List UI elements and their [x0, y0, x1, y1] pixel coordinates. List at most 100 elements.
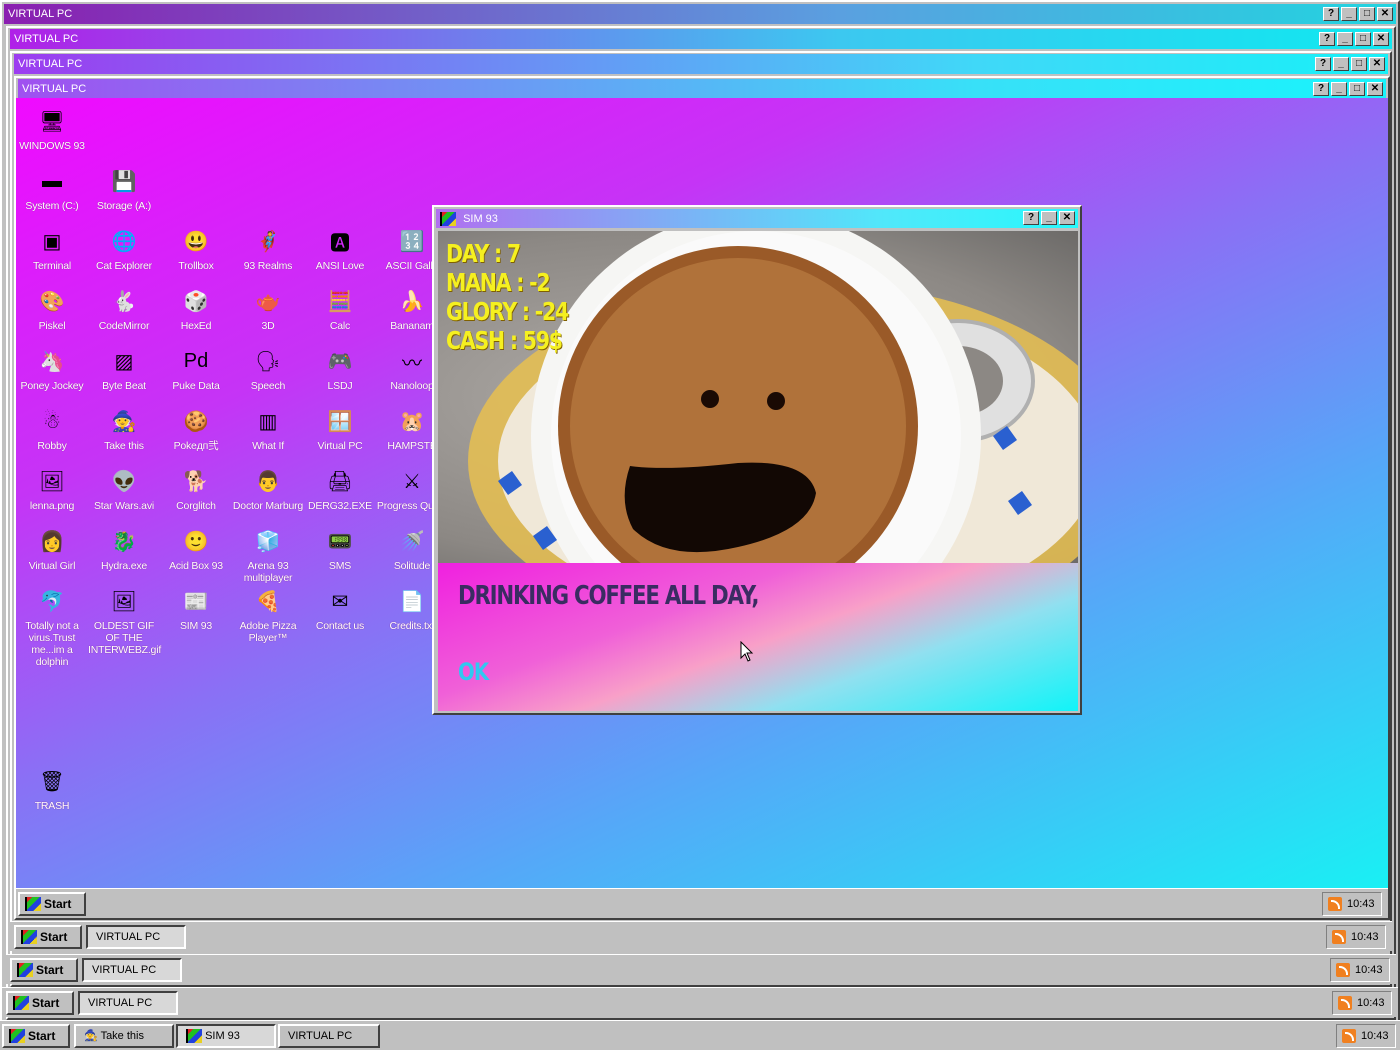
arena-cube-icon: 🧊 [255, 530, 281, 553]
minimize-button[interactable]: _ [1337, 32, 1353, 46]
desktop-icon-arena-cube[interactable]: 🧊 Arena 93 multiplayer [232, 524, 304, 585]
help-button[interactable]: ? [1315, 57, 1331, 71]
desktop-icon-floppy-drive[interactable]: 💾 Storage (A:) [88, 164, 160, 213]
ansi-love-icon: 🅰 [330, 232, 350, 255]
desktop-icon-label: Pokeдп弐 [173, 440, 219, 452]
rss-icon[interactable] [1338, 996, 1352, 1010]
desktop-icon-pd[interactable]: Pd Puke Data [160, 344, 232, 393]
task-button-sim93[interactable]: SIM 93 [176, 1024, 276, 1048]
desktop-icon-hexed[interactable]: 🎲 HexEd [160, 284, 232, 333]
desktop-icon-computer[interactable]: 🖥 WINDOWS 93 [16, 104, 88, 153]
desktop-icon-doctor[interactable]: 👨 Doctor Marburg [232, 464, 304, 513]
desktop-icon-ansi-love[interactable]: 🅰 ANSI Love [304, 224, 376, 273]
close-button[interactable]: ✕ [1367, 82, 1383, 96]
desktop-icon-speech[interactable]: 🗣 Speech [232, 344, 304, 393]
rss-icon[interactable] [1336, 963, 1350, 977]
hexed-icon: 🎲 [183, 290, 209, 313]
task-button-virtual-pc[interactable]: VIRTUAL PC [86, 925, 186, 949]
maximize-button[interactable]: □ [1355, 32, 1371, 46]
desktop-icon-image-file[interactable]: 🖼 lenna.png [16, 464, 88, 513]
desktop-icon-label: System (C:) [25, 200, 79, 212]
task-button-virtual-pc[interactable]: VIRTUAL PC [78, 991, 178, 1015]
pd-icon: Pd [183, 349, 209, 372]
help-button[interactable]: ? [1023, 211, 1039, 225]
maximize-button[interactable]: □ [1359, 7, 1375, 21]
desktop-icon-smiley[interactable]: 🙂 Acid Box 93 [160, 524, 232, 573]
desktop-icon-realms[interactable]: 🦸 93 Realms [232, 224, 304, 273]
task-button-virtual-pc[interactable]: VIRTUAL PC [82, 958, 182, 982]
banana-icon: 🍌 [399, 290, 425, 313]
desktop-icon-label: Puke Data [172, 380, 220, 392]
desktop-icon-drive[interactable]: ▬ System (C:) [16, 164, 88, 213]
minimize-button[interactable]: _ [1333, 57, 1349, 71]
sim93-title-bar[interactable]: SIM 93 ? _ ✕ [436, 209, 1078, 228]
taskbar-5: Start 🧙 Take this SIM 93 VIRTUAL PC 10:4… [0, 1020, 1400, 1050]
desktop-icon-contact[interactable]: ✉ Contact us [304, 584, 376, 633]
title-bar[interactable]: VIRTUAL PC ? _ □ ✕ [18, 79, 1386, 99]
derg-icon: 🖨 [327, 470, 353, 493]
system-tray: 10:43 [1332, 991, 1392, 1015]
maximize-button[interactable]: □ [1349, 82, 1365, 96]
close-button[interactable]: ✕ [1059, 211, 1075, 225]
desktop-icon-label: SIM 93 [179, 620, 213, 632]
help-button[interactable]: ? [1319, 32, 1335, 46]
task-button-virtual-pc[interactable]: VIRTUAL PC [278, 1024, 380, 1048]
desktop-icon-trash[interactable]: 🗑 TRASH [16, 764, 88, 813]
title-bar[interactable]: VIRTUAL PC ? _ □ ✕ [10, 29, 1392, 49]
help-button[interactable]: ? [1323, 7, 1339, 21]
desktop-icon-palette[interactable]: 🎨 Piskel [16, 284, 88, 333]
desktop-icon-label: Robby [37, 440, 67, 452]
desktop-icon-hydra[interactable]: 🐉 Hydra.exe [88, 524, 160, 573]
desktop-icon-robby[interactable]: ☃ Robby [16, 404, 88, 453]
desktop-icon-lsdj[interactable]: 🎮 LSDJ [304, 344, 376, 393]
desktop-icon-gif-file[interactable]: 🖼 OLDEST GIF OF THE INTERWEBZ.gif [88, 584, 161, 657]
desktop-icon-take-this[interactable]: 🧙 Take this [88, 404, 160, 453]
glory-stat: GLORY : -24 [446, 297, 569, 326]
desktop-icon-virtual-girl[interactable]: 👩 Virtual Girl [16, 524, 88, 573]
ok-button[interactable]: OK [458, 658, 489, 686]
minimize-button[interactable]: _ [1341, 7, 1357, 21]
desktop-icon-corgi[interactable]: 🐕 Corglitch [160, 464, 232, 513]
desktop-icon-terminal[interactable]: ▣ Terminal [16, 224, 88, 273]
desktop-icon-sim93[interactable]: 📰 SIM 93 [160, 584, 232, 633]
rss-icon[interactable] [1342, 1029, 1356, 1043]
close-button[interactable]: ✕ [1373, 32, 1389, 46]
desktop-icon-pony[interactable]: 🦄 Poney Jockey [16, 344, 88, 393]
desktop-icon-trollbox[interactable]: 😃 Trollbox [160, 224, 232, 273]
close-button[interactable]: ✕ [1369, 57, 1385, 71]
minimize-button[interactable]: _ [1331, 82, 1347, 96]
desktop-icon-yoda[interactable]: 👽 Star Wars.avi [88, 464, 160, 513]
desktop-icon-cat-explorer[interactable]: 🌐 Cat Explorer [88, 224, 160, 273]
maximize-button[interactable]: □ [1351, 57, 1367, 71]
desktop-icon-poke[interactable]: 🍪 Pokeдп弐 [160, 404, 232, 453]
rss-icon[interactable] [1328, 897, 1342, 911]
desktop-icon-teapot[interactable]: 🫖 3D [232, 284, 304, 333]
desktop-icon-pizza[interactable]: 🍕 Adobe Pizza Player™ [232, 584, 304, 645]
minimize-button[interactable]: _ [1041, 211, 1057, 225]
start-button[interactable]: Start [2, 1024, 70, 1048]
desktop-icon-calculator[interactable]: 🧮 Calc [304, 284, 376, 333]
start-button[interactable]: Start [14, 925, 82, 949]
start-button[interactable]: Start [6, 991, 74, 1015]
desktop-icon-codemirror[interactable]: 🐇 CodeMirror [88, 284, 160, 333]
title-bar[interactable]: VIRTUAL PC ? _ □ ✕ [14, 54, 1388, 74]
desktop-icon-label: Arena 93 multiplayer [243, 560, 293, 584]
task-button-take-this[interactable]: 🧙 Take this [74, 1024, 174, 1048]
start-button[interactable]: Start [10, 958, 78, 982]
doctor-icon: 👨 [255, 470, 281, 493]
desktop-icon-dolphin[interactable]: 🐬 Totally not a virus.Trust me...im a dol… [16, 584, 88, 669]
rss-icon[interactable] [1332, 930, 1346, 944]
title-bar[interactable]: VIRTUAL PC ? _ □ ✕ [4, 4, 1396, 24]
desktop-icon-sms[interactable]: 📟 SMS [304, 524, 376, 573]
nanoloop-icon: 〰 [402, 352, 422, 375]
desktop-icon-bytebeat[interactable]: ▨ Byte Beat [88, 344, 160, 393]
desktop-icon-what-if[interactable]: ▥ What If [232, 404, 304, 453]
desktop-icon-label: lenna.png [29, 500, 75, 512]
desktop-icon-derg[interactable]: 🖨 DERG32.EXE [304, 464, 376, 513]
close-button[interactable]: ✕ [1377, 7, 1393, 21]
start-button[interactable]: Start [18, 892, 86, 916]
desktop-icon-label: Acid Box 93 [169, 560, 223, 572]
help-button[interactable]: ? [1313, 82, 1329, 96]
take-this-icon: 🧙 [84, 1030, 101, 1042]
desktop-icon-virtual-pc[interactable]: 🪟 Virtual PC [304, 404, 376, 453]
